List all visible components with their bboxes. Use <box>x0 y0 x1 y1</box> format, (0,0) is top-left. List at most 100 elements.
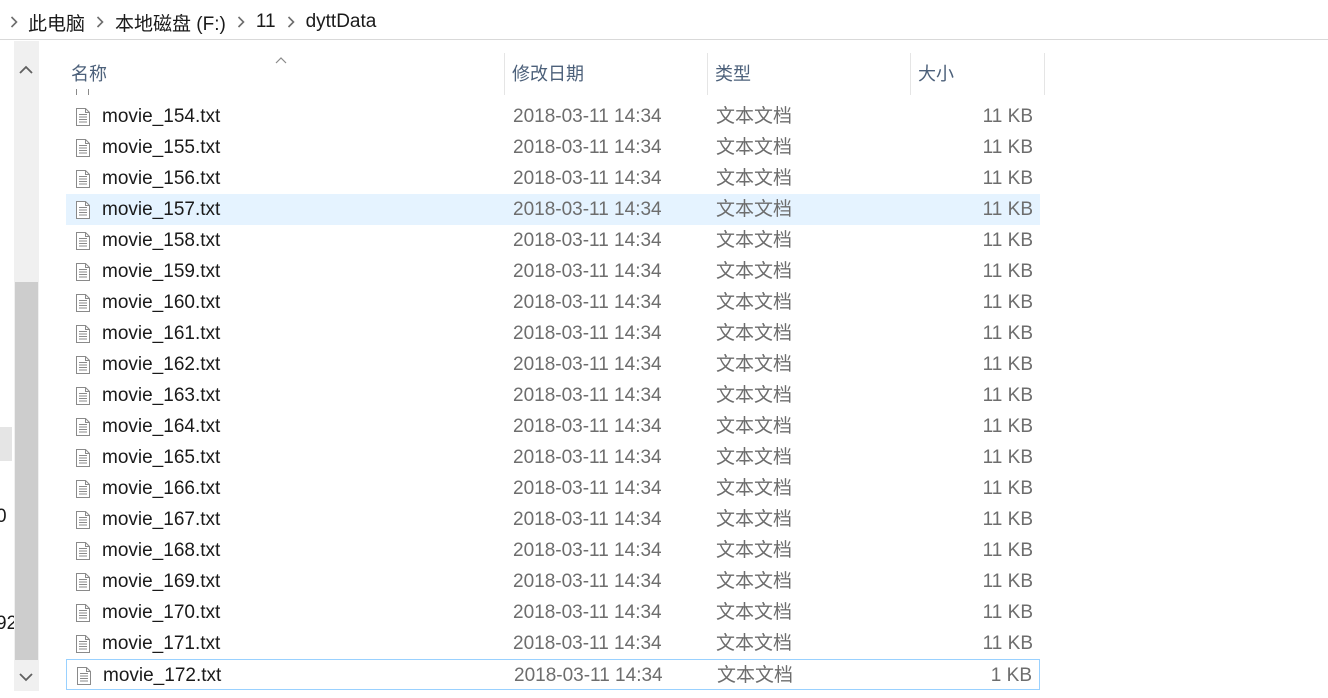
file-type: 文本文档 <box>716 478 793 499</box>
file-size: 11 KB <box>982 261 1033 282</box>
file-row[interactable]: movie_162.txt 2018-03-11 14:34 文本文档 11 KB <box>66 349 1040 380</box>
file-type: 文本文档 <box>716 261 793 282</box>
file-size: 11 KB <box>982 571 1033 592</box>
file-modified-date: 2018-03-11 14:34 <box>513 137 662 158</box>
file-size: 11 KB <box>982 633 1033 654</box>
file-modified-date: 2018-03-11 14:34 <box>513 478 662 499</box>
breadcrumb: 此电脑 本地磁盘 (F:) 11 dyttData <box>4 9 382 36</box>
file-row[interactable]: movie_169.txt 2018-03-11 14:34 文本文档 11 KB <box>66 566 1040 597</box>
file-name[interactable]: movie_163.txt <box>102 380 220 411</box>
file-row[interactable]: movie_156.txt 2018-03-11 14:34 文本文档 11 KB <box>66 163 1040 194</box>
breadcrumb-local-disk[interactable]: 本地磁盘 (F:) <box>110 9 231 36</box>
chevron-right-icon[interactable] <box>234 16 248 28</box>
file-row[interactable]: movie_164.txt 2018-03-11 14:34 文本文档 11 KB <box>66 411 1040 442</box>
file-modified-date: 2018-03-11 14:34 <box>513 230 662 251</box>
file-name[interactable]: movie_158.txt <box>102 225 220 256</box>
address-bar[interactable]: 此电脑 本地磁盘 (F:) 11 dyttData <box>0 0 1328 40</box>
file-row[interactable]: movie_166.txt 2018-03-11 14:34 文本文档 11 KB <box>66 473 1040 504</box>
file-row[interactable]: movie_154.txt 2018-03-11 14:34 文本文档 11 KB <box>66 101 1040 132</box>
file-type: 文本文档 <box>716 385 793 406</box>
file-modified-date: 2018-03-11 14:34 <box>513 106 662 127</box>
file-size: 11 KB <box>982 602 1033 623</box>
file-name[interactable]: movie_169.txt <box>102 566 220 597</box>
file-row[interactable]: movie_165.txt 2018-03-11 14:34 文本文档 11 KB <box>66 442 1040 473</box>
file-modified-date: 2018-03-11 14:34 <box>513 571 662 592</box>
file-name[interactable]: movie_154.txt <box>102 101 220 132</box>
chevron-right-icon[interactable] <box>284 16 298 28</box>
file-type: 文本文档 <box>716 323 793 344</box>
file-row[interactable]: movie_171.txt 2018-03-11 14:34 文本文档 11 KB <box>66 628 1040 659</box>
file-name[interactable]: movie_161.txt <box>102 318 220 349</box>
file-name[interactable]: movie_166.txt <box>102 473 220 504</box>
file-name[interactable]: movie_170.txt <box>102 597 220 628</box>
scroll-up-icon[interactable] <box>19 61 33 79</box>
file-name[interactable]: movie_160.txt <box>102 287 220 318</box>
breadcrumb-this-pc[interactable]: 此电脑 <box>23 9 90 36</box>
breadcrumb-folder-11[interactable]: 11 <box>251 11 281 33</box>
file-modified-date: 2018-03-11 14:34 <box>513 385 662 406</box>
nav-selected-item[interactable] <box>0 427 12 461</box>
file-name[interactable]: movie_156.txt <box>102 163 220 194</box>
file-modified-date: 2018-03-11 14:34 <box>513 540 662 561</box>
file-size: 11 KB <box>982 230 1033 251</box>
file-type: 文本文档 <box>716 571 793 592</box>
scroll-down-icon[interactable] <box>19 669 33 687</box>
file-name[interactable]: movie_167.txt <box>102 504 220 535</box>
file-size: 11 KB <box>982 416 1033 437</box>
file-modified-date: 2018-03-11 14:34 <box>513 199 662 220</box>
file-modified-date: 2018-03-11 14:34 <box>513 354 662 375</box>
file-modified-date: 2018-03-11 14:34 <box>513 602 662 623</box>
nav-scrollbar[interactable] <box>14 41 39 691</box>
file-row[interactable]: movie_157.txt 2018-03-11 14:34 文本文档 11 KB <box>66 194 1040 225</box>
file-size: 11 KB <box>982 447 1033 468</box>
file-row[interactable]: movie_158.txt 2018-03-11 14:34 文本文档 11 KB <box>66 225 1040 256</box>
breadcrumb-current-folder[interactable]: dyttData <box>301 11 382 33</box>
file-type: 文本文档 <box>716 168 793 189</box>
file-row[interactable]: movie_161.txt 2018-03-11 14:34 文本文档 11 KB <box>66 318 1040 349</box>
file-name[interactable]: movie_165.txt <box>102 442 220 473</box>
file-row[interactable]: movie_155.txt 2018-03-11 14:34 文本文档 11 KB <box>66 132 1040 163</box>
file-list[interactable]: 名称 修改日期 类型 大小 movie_154.txt 2018-03-11 14… <box>40 41 1328 698</box>
file-type: 文本文档 <box>716 509 793 530</box>
file-name[interactable]: movie_171.txt <box>102 628 220 659</box>
file-size: 11 KB <box>982 106 1033 127</box>
file-type: 文本文档 <box>716 447 793 468</box>
file-size: 11 KB <box>982 137 1033 158</box>
file-row[interactable]: movie_167.txt 2018-03-11 14:34 文本文档 11 KB <box>66 504 1040 535</box>
file-row[interactable]: movie_168.txt 2018-03-11 14:34 文本文档 11 KB <box>66 535 1040 566</box>
file-modified-date: 2018-03-11 14:34 <box>513 447 662 468</box>
chevron-right-icon[interactable] <box>7 16 21 28</box>
file-type: 文本文档 <box>716 540 793 561</box>
file-size: 11 KB <box>982 199 1033 220</box>
file-icon <box>76 89 90 95</box>
file-size: 11 KB <box>982 478 1033 499</box>
file-type: 文本文档 <box>716 354 793 375</box>
column-headers: 名称 修改日期 类型 大小 <box>64 53 1045 95</box>
column-header-size[interactable]: 大小 <box>911 53 1045 95</box>
file-row[interactable]: movie_170.txt 2018-03-11 14:34 文本文档 11 KB <box>66 597 1040 628</box>
file-row[interactable]: movie_172.txt 2018-03-11 14:34 文本文档 1 KB <box>66 659 1040 690</box>
file-row[interactable]: movie_159.txt 2018-03-11 14:34 文本文档 11 KB <box>66 256 1040 287</box>
file-name[interactable]: movie_168.txt <box>102 535 220 566</box>
column-header-name[interactable]: 名称 <box>64 53 505 95</box>
file-type: 文本文档 <box>716 199 793 220</box>
file-type: 文本文档 <box>716 602 793 623</box>
chevron-right-icon[interactable] <box>93 16 107 28</box>
file-modified-date: 2018-03-11 14:34 <box>513 509 662 530</box>
file-name[interactable]: movie_162.txt <box>102 349 220 380</box>
file-row[interactable]: movie_163.txt 2018-03-11 14:34 文本文档 11 KB <box>66 380 1040 411</box>
column-header-type[interactable]: 类型 <box>708 53 911 95</box>
column-header-date[interactable]: 修改日期 <box>505 53 708 95</box>
file-row[interactable]: movie_160.txt 2018-03-11 14:34 文本文档 11 KB <box>66 287 1040 318</box>
file-name[interactable]: movie_164.txt <box>102 411 220 442</box>
file-modified-date: 2018-03-11 14:34 <box>513 168 662 189</box>
file-name[interactable]: movie_172.txt <box>103 660 221 691</box>
file-size: 11 KB <box>982 323 1033 344</box>
file-name[interactable]: movie_155.txt <box>102 132 220 163</box>
scrollbar-thumb[interactable] <box>15 282 38 660</box>
file-name[interactable]: movie_159.txt <box>102 256 220 287</box>
file-name[interactable]: movie_157.txt <box>102 194 220 225</box>
file-size: 11 KB <box>982 292 1033 313</box>
nav-item-fragment[interactable]: 0 <box>0 506 7 528</box>
file-size: 11 KB <box>982 540 1033 561</box>
